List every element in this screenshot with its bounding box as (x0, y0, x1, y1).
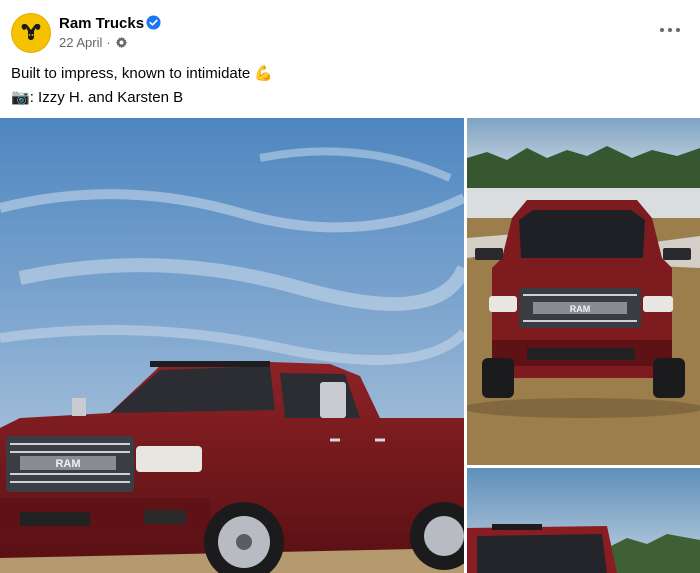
post-caption: Built to impress, known to intimidate 💪 … (11, 62, 273, 110)
camera-emoji: 📷 (11, 89, 30, 106)
grille-ram-text: RAM (55, 458, 80, 470)
caption-text-2: : Izzy H. and Karsten B (29, 89, 184, 106)
grille-ram-text-2: RAM (570, 304, 591, 314)
flexed-biceps-emoji: 💪 (254, 65, 273, 82)
more-options-icon (660, 28, 664, 32)
photo-2[interactable]: RAM (467, 118, 700, 465)
meta-separator: · (106, 35, 111, 50)
caption-text-1: Built to impress, known to intimidate (11, 65, 251, 82)
truck-front-image: RAM (467, 118, 700, 465)
ram-logo-icon (21, 23, 41, 40)
caption-line-2: 📷 : Izzy H. and Karsten B (11, 86, 273, 110)
post-date-link[interactable]: 22 April (59, 35, 102, 50)
caption-line-1: Built to impress, known to intimidate 💪 (11, 62, 273, 86)
photo-1[interactable]: RAM (0, 118, 464, 573)
photo-grid: RAM RAM (0, 118, 700, 573)
photo-3[interactable] (467, 468, 700, 573)
verified-badge-icon (146, 15, 161, 30)
more-dot (668, 28, 672, 32)
truck-side-image: RAM (0, 118, 464, 573)
page-avatar[interactable] (11, 13, 51, 53)
more-dot (676, 28, 680, 32)
page-name-link[interactable]: Ram Trucks (59, 15, 144, 32)
truck-third-image (467, 468, 700, 573)
more-options-button[interactable] (660, 22, 680, 38)
post-header: Ram Trucks 22 April · (0, 0, 700, 62)
post-meta: 22 April · (59, 35, 128, 50)
public-gear-icon[interactable] (115, 36, 128, 49)
